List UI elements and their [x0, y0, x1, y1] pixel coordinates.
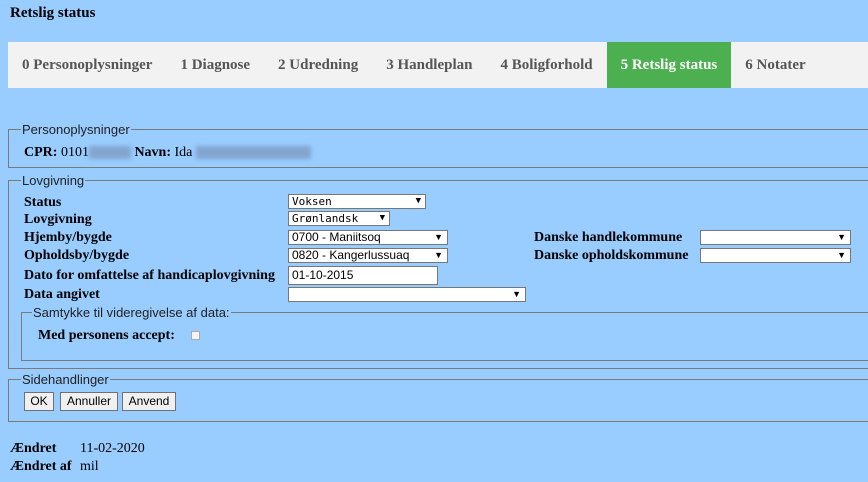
anvend-button[interactable]: Anvend [122, 392, 176, 411]
tab-bar: 0 Personoplysninger 1 Diagnose 2 Udredni… [8, 42, 868, 88]
cpr-value: 0101 [60, 145, 89, 160]
accept-checkbox[interactable] [191, 331, 200, 340]
aendret-label: Ændret [10, 441, 57, 456]
dato-input[interactable]: 01-10-2015 [288, 266, 438, 285]
navn-redacted [195, 146, 311, 160]
chevron-down-icon: ▼ [837, 232, 846, 242]
tab-personoplysninger[interactable]: 0 Personoplysninger [8, 42, 166, 88]
lovgivning-label: Lovgivning [24, 212, 92, 227]
opholdskommune-label: Danske opholdskommune [534, 248, 689, 263]
handlekommune-select[interactable]: ▼ [700, 230, 851, 245]
chevron-down-icon: ▼ [837, 250, 846, 260]
aendret-value: 11-02-2020 [80, 441, 145, 456]
chevron-down-icon: ▼ [512, 289, 521, 299]
chevron-down-icon: ▼ [434, 250, 443, 260]
lovgivning-value: Grønlandsk [292, 212, 359, 225]
lovgivning-legend: Lovgivning [22, 173, 85, 188]
tab-retslig-status[interactable]: 5 Retslig status [606, 42, 732, 88]
tab-boligforhold[interactable]: 4 Boligforhold [486, 42, 606, 88]
tab-handleplan[interactable]: 3 Handleplan [372, 42, 486, 88]
lovgivning-select[interactable]: Grønlandsk ▼ [288, 211, 390, 226]
annuller-button[interactable]: Annuller [60, 392, 118, 411]
tab-udredning[interactable]: 2 Udredning [264, 42, 372, 88]
tab-notater[interactable]: 6 Notater [731, 42, 819, 88]
opholdsby-label: Opholdsby/bygde [24, 248, 130, 263]
dato-label: Dato for omfattelse af handicaplovgivnin… [24, 268, 275, 283]
handlekommune-label: Danske handlekommune [534, 230, 683, 245]
opholdsby-select[interactable]: 0820 - Kangerlussuaq ▼ [288, 248, 448, 263]
hjemby-value: 0700 - Maniitsoq [292, 230, 381, 244]
navn-value: Ida [174, 145, 193, 160]
aendret-af-label: Ændret af [10, 459, 72, 474]
opholdsby-value: 0820 - Kangerlussuaq [292, 248, 410, 262]
status-label: Status [24, 195, 62, 210]
opholdskommune-select[interactable]: ▼ [700, 248, 851, 263]
sidehandlinger-legend: Sidehandlinger [22, 372, 109, 387]
chevron-down-icon: ▼ [415, 196, 421, 206]
hjemby-label: Hjemby/bygde [24, 230, 112, 245]
cpr-row: CPR: 0101 Navn: Ida [24, 145, 311, 161]
accept-label: Med personens accept: [38, 328, 175, 343]
navn-label: Navn: [134, 145, 171, 160]
cpr-redacted [88, 146, 131, 160]
data-angivet-select[interactable]: ▼ [288, 287, 526, 302]
aendret-af-value: mil [80, 459, 99, 474]
page-title: Retslig status [10, 5, 96, 21]
samtykke-legend: Samtykke til videregivelse af data: [33, 305, 230, 320]
hjemby-select[interactable]: 0700 - Maniitsoq ▼ [288, 230, 448, 245]
status-value: Voksen [292, 195, 332, 208]
ok-button[interactable]: OK [24, 392, 54, 411]
cpr-label: CPR: [24, 145, 58, 160]
personoplysninger-legend: Personoplysninger [22, 122, 130, 137]
status-select[interactable]: Voksen ▼ [288, 194, 426, 209]
data-angivet-label: Data angivet [24, 287, 100, 302]
chevron-down-icon: ▼ [434, 232, 443, 242]
chevron-down-icon: ▼ [379, 213, 385, 223]
tab-diagnose[interactable]: 1 Diagnose [166, 42, 264, 88]
